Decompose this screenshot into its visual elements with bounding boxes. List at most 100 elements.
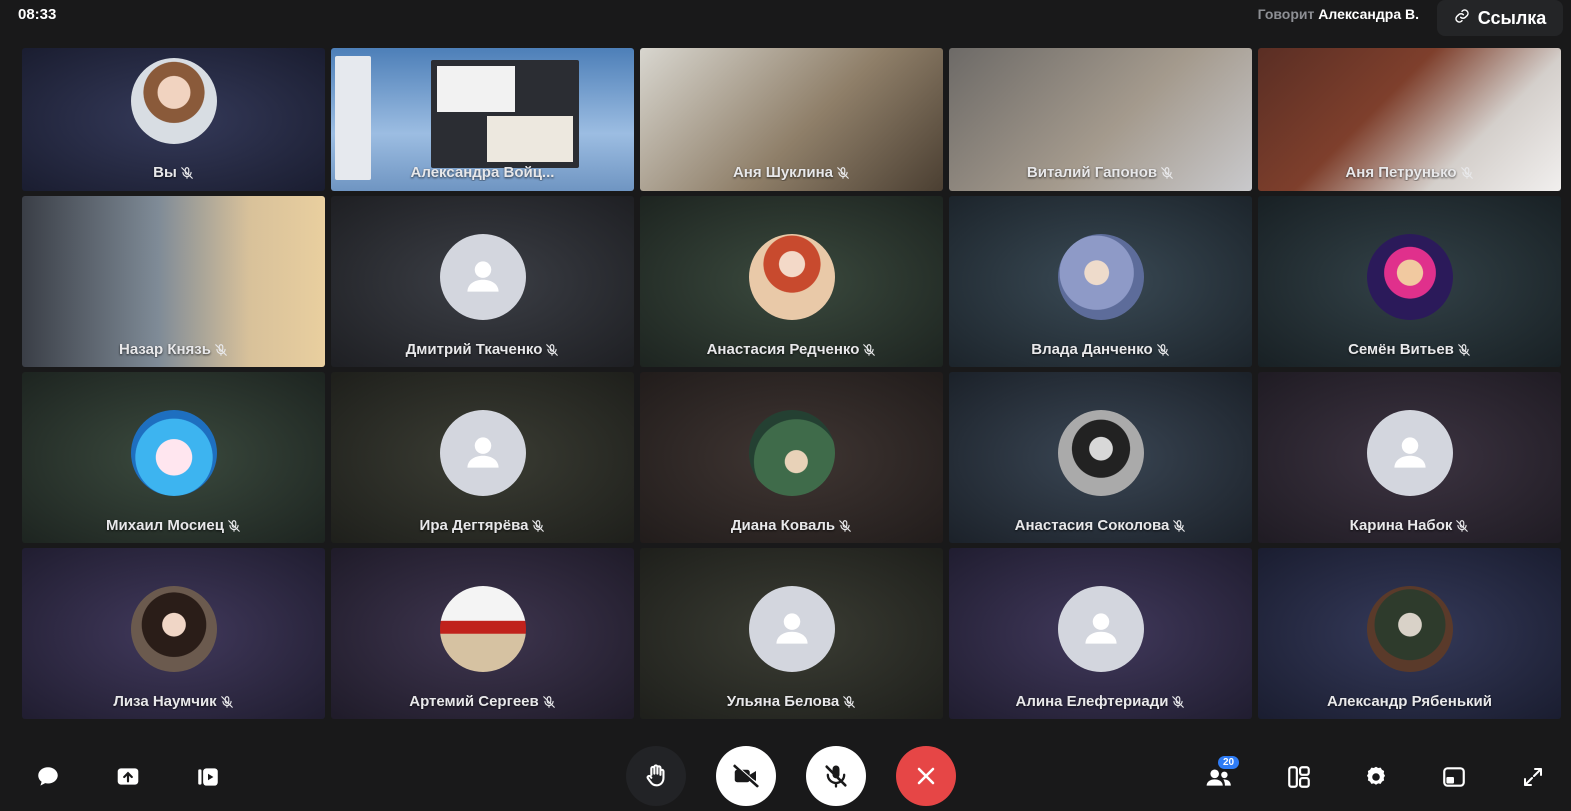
microphone-toggle-button[interactable] <box>806 746 866 806</box>
video-play-button[interactable] <box>193 762 223 792</box>
picture-in-picture-button[interactable] <box>1439 762 1469 792</box>
top-bar: 08:33 Говорит Александра В. Ссылка <box>0 0 1571 44</box>
user-icon <box>466 261 499 292</box>
participant-name: Назар Князь <box>119 341 211 358</box>
participant-tile[interactable]: Михаил Мосиец <box>22 372 325 543</box>
user-icon <box>466 437 499 468</box>
mic-off-icon <box>1457 343 1471 357</box>
participant-name: Анастасия Редченко <box>706 341 860 358</box>
mic-off-icon <box>842 695 856 709</box>
raise-hand-button[interactable] <box>626 746 686 806</box>
avatar-placeholder <box>748 586 835 672</box>
participants-count-badge: 20 <box>1218 756 1240 769</box>
active-speaker-indicator: Говорит Александра В. <box>1258 6 1419 22</box>
speaking-label: Говорит <box>1257 6 1315 22</box>
user-icon <box>775 613 808 644</box>
participant-name: Семён Витьев <box>1348 341 1454 358</box>
participant-name: Виталий Гапонов <box>1026 164 1158 181</box>
settings-button[interactable] <box>1361 762 1391 792</box>
participant-tile[interactable]: Анастасия Редченко <box>640 196 943 367</box>
participant-name: Карина Набок <box>1349 517 1453 534</box>
avatar-placeholder <box>1057 586 1144 672</box>
avatar <box>748 234 835 320</box>
participant-tile[interactable]: Алина Елефтериади <box>949 548 1252 719</box>
participant-name: Артемий Сергеев <box>409 693 539 710</box>
slide-thumbnails <box>335 56 371 180</box>
participant-name: Аня Шуклина <box>732 164 834 181</box>
avatar <box>130 586 217 672</box>
participant-name: Аня Петрунько <box>1345 164 1457 181</box>
slide-preview <box>431 60 579 168</box>
participant-tile-screen-share[interactable]: Александра Войц... <box>331 48 634 191</box>
participant-tile[interactable]: Дмитрий Ткаченко <box>331 196 634 367</box>
participant-tile-self[interactable]: Вы <box>22 48 325 191</box>
layout-button[interactable] <box>1284 762 1314 792</box>
clock: 08:33 <box>18 6 57 23</box>
expand-icon <box>1524 768 1542 786</box>
end-call-button[interactable] <box>896 746 956 806</box>
participant-name: Александр Рябенький <box>1327 693 1492 710</box>
video-play-icon <box>198 768 218 786</box>
picture-in-picture-icon <box>1443 767 1465 787</box>
mic-off-icon <box>1460 166 1474 180</box>
user-icon <box>1084 613 1117 644</box>
participant-grid: Вы Александра Войц... Аня Шуклина Витали… <box>22 48 1561 719</box>
participant-tile[interactable]: Ульяна Белова <box>640 548 943 719</box>
participant-tile[interactable]: Артемий Сергеев <box>331 548 634 719</box>
participants-button[interactable]: 20 <box>1204 756 1240 792</box>
mic-off-icon <box>214 343 228 357</box>
mic-off-icon <box>1172 519 1186 533</box>
participant-name: Алина Елефтериади <box>1015 693 1169 710</box>
mic-off-icon <box>838 519 852 533</box>
participant-name: Михаил Мосиец <box>106 517 224 534</box>
mic-off-icon <box>1455 519 1469 533</box>
participant-tile[interactable]: Влада Данченко <box>949 196 1252 367</box>
participant-tile-video[interactable]: Аня Шуклина <box>640 48 943 191</box>
avatar <box>1366 586 1453 672</box>
participant-name: Влада Данченко <box>1031 341 1153 358</box>
participant-tile[interactable]: Ира Дегтярёва <box>331 372 634 543</box>
screen-share-icon <box>117 768 139 785</box>
participant-tile[interactable]: Александр Рябенький <box>1258 548 1561 719</box>
microphone-off-icon <box>825 765 847 788</box>
participant-name: Александра Войц... <box>410 164 555 181</box>
gear-icon <box>1367 766 1385 785</box>
fullscreen-button[interactable] <box>1518 762 1548 792</box>
copy-link-label: Ссылка <box>1477 7 1547 28</box>
control-bar: 20 <box>0 740 1571 811</box>
participant-tile-video[interactable]: Виталий Гапонов <box>949 48 1252 191</box>
screen-share-button[interactable] <box>113 762 143 792</box>
mic-off-icon <box>1160 166 1174 180</box>
avatar <box>1057 234 1144 320</box>
mic-off-icon <box>220 695 234 709</box>
link-icon <box>1454 8 1470 29</box>
close-icon <box>917 767 935 785</box>
avatar-placeholder <box>439 234 526 320</box>
participant-name: Ульяна Белова <box>726 693 840 710</box>
participant-tile[interactable]: Диана Коваль <box>640 372 943 543</box>
participant-tile-video[interactable]: Назар Князь <box>22 196 325 367</box>
speaker-name: Александра В. <box>1318 6 1419 22</box>
avatar <box>130 58 217 144</box>
participant-name: Вы <box>153 164 177 181</box>
chat-icon <box>38 767 58 786</box>
mic-off-icon <box>862 343 876 357</box>
participant-tile[interactable]: Карина Набок <box>1258 372 1561 543</box>
mic-off-icon <box>531 519 545 533</box>
participant-tile[interactable]: Лиза Наумчик <box>22 548 325 719</box>
avatar <box>748 410 835 496</box>
participant-name: Лиза Наумчик <box>113 693 217 710</box>
mic-off-icon <box>227 519 241 533</box>
camera-toggle-button[interactable] <box>716 746 776 806</box>
avatar <box>1057 410 1144 496</box>
avatar <box>1366 234 1453 320</box>
copy-link-button[interactable]: Ссылка <box>1437 0 1563 36</box>
chat-button[interactable] <box>33 762 63 792</box>
participant-tile[interactable]: Анастасия Соколова <box>949 372 1252 543</box>
participant-tile[interactable]: Семён Витьев <box>1258 196 1561 367</box>
layout-icon <box>1288 766 1310 788</box>
participant-tile-video[interactable]: Аня Петрунько <box>1258 48 1561 191</box>
raise-hand-icon <box>646 764 665 787</box>
participant-name: Ира Дегтярёва <box>419 517 529 534</box>
avatar <box>439 586 526 672</box>
